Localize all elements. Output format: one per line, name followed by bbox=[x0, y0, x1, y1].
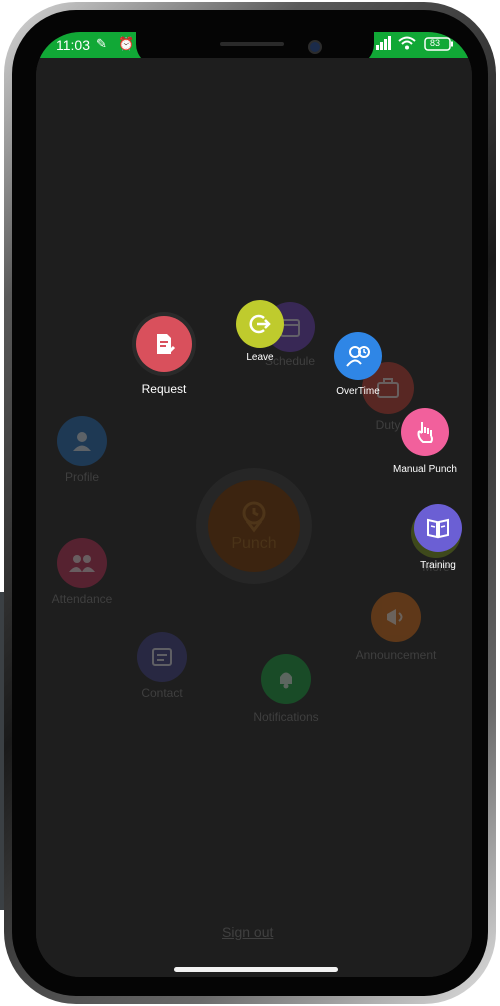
submenu-training[interactable]: Training bbox=[410, 504, 466, 571]
submenu-label: OverTime bbox=[336, 386, 380, 397]
menu-item-request[interactable]: Request bbox=[130, 316, 198, 396]
home-indicator[interactable] bbox=[174, 967, 338, 972]
person-icon bbox=[57, 416, 107, 466]
wifi-icon bbox=[398, 36, 416, 54]
bell-icon bbox=[261, 654, 311, 704]
menu-item-label: Announcement bbox=[355, 648, 437, 662]
menu-item-label: Contact bbox=[141, 686, 183, 700]
submenu-leave[interactable]: Leave bbox=[232, 300, 288, 363]
exit-icon bbox=[236, 300, 284, 348]
punch-button[interactable]: Punch bbox=[208, 480, 300, 572]
book-icon bbox=[414, 504, 462, 552]
submenu-overtime[interactable]: OverTime bbox=[328, 332, 388, 397]
menu-item-notifications[interactable]: Notifications bbox=[244, 654, 328, 724]
punch-button-ring: Punch bbox=[196, 468, 312, 584]
submenu-manual-punch[interactable]: Manual Punch bbox=[390, 408, 460, 475]
menu-item-attendance[interactable]: Attendance bbox=[46, 538, 118, 606]
menu-item-announcement[interactable]: Announcement bbox=[354, 592, 438, 662]
clock-pin-icon bbox=[242, 501, 266, 533]
group-icon bbox=[57, 538, 107, 588]
menu-item-label: Request bbox=[141, 382, 187, 396]
signal-icon bbox=[376, 36, 392, 54]
punch-label: Punch bbox=[231, 535, 277, 552]
phone-screen: 11:03 ✎ ⏰ 83 Schedule Duty Profile More … bbox=[36, 32, 472, 977]
submenu-label: Manual Punch bbox=[393, 464, 457, 475]
menu-item-contact[interactable]: Contact bbox=[132, 632, 192, 700]
menu-item-label: Attendance bbox=[51, 592, 113, 606]
menu-item-label: Notifications bbox=[253, 710, 319, 724]
battery-level: 83 bbox=[430, 38, 441, 48]
request-document-icon bbox=[136, 316, 192, 372]
front-camera bbox=[308, 40, 322, 54]
submenu-label: Leave bbox=[246, 352, 274, 363]
status-time: 11:03 bbox=[56, 37, 90, 53]
notification-muted-icon: ✎ bbox=[96, 36, 107, 51]
menu-item-label: Profile bbox=[64, 470, 99, 484]
menu-item-profile[interactable]: Profile bbox=[52, 416, 112, 484]
speaker bbox=[220, 42, 284, 46]
megaphone-icon bbox=[371, 592, 421, 642]
person-clock-icon bbox=[334, 332, 382, 380]
submenu-label: Training bbox=[420, 560, 456, 571]
sign-out-link[interactable]: Sign out bbox=[222, 924, 273, 940]
contact-card-icon bbox=[137, 632, 187, 682]
radial-menu: Schedule Duty Profile More Attendance An… bbox=[36, 58, 472, 977]
alarm-icon: ⏰ bbox=[118, 36, 135, 51]
hand-tap-icon bbox=[401, 408, 449, 456]
